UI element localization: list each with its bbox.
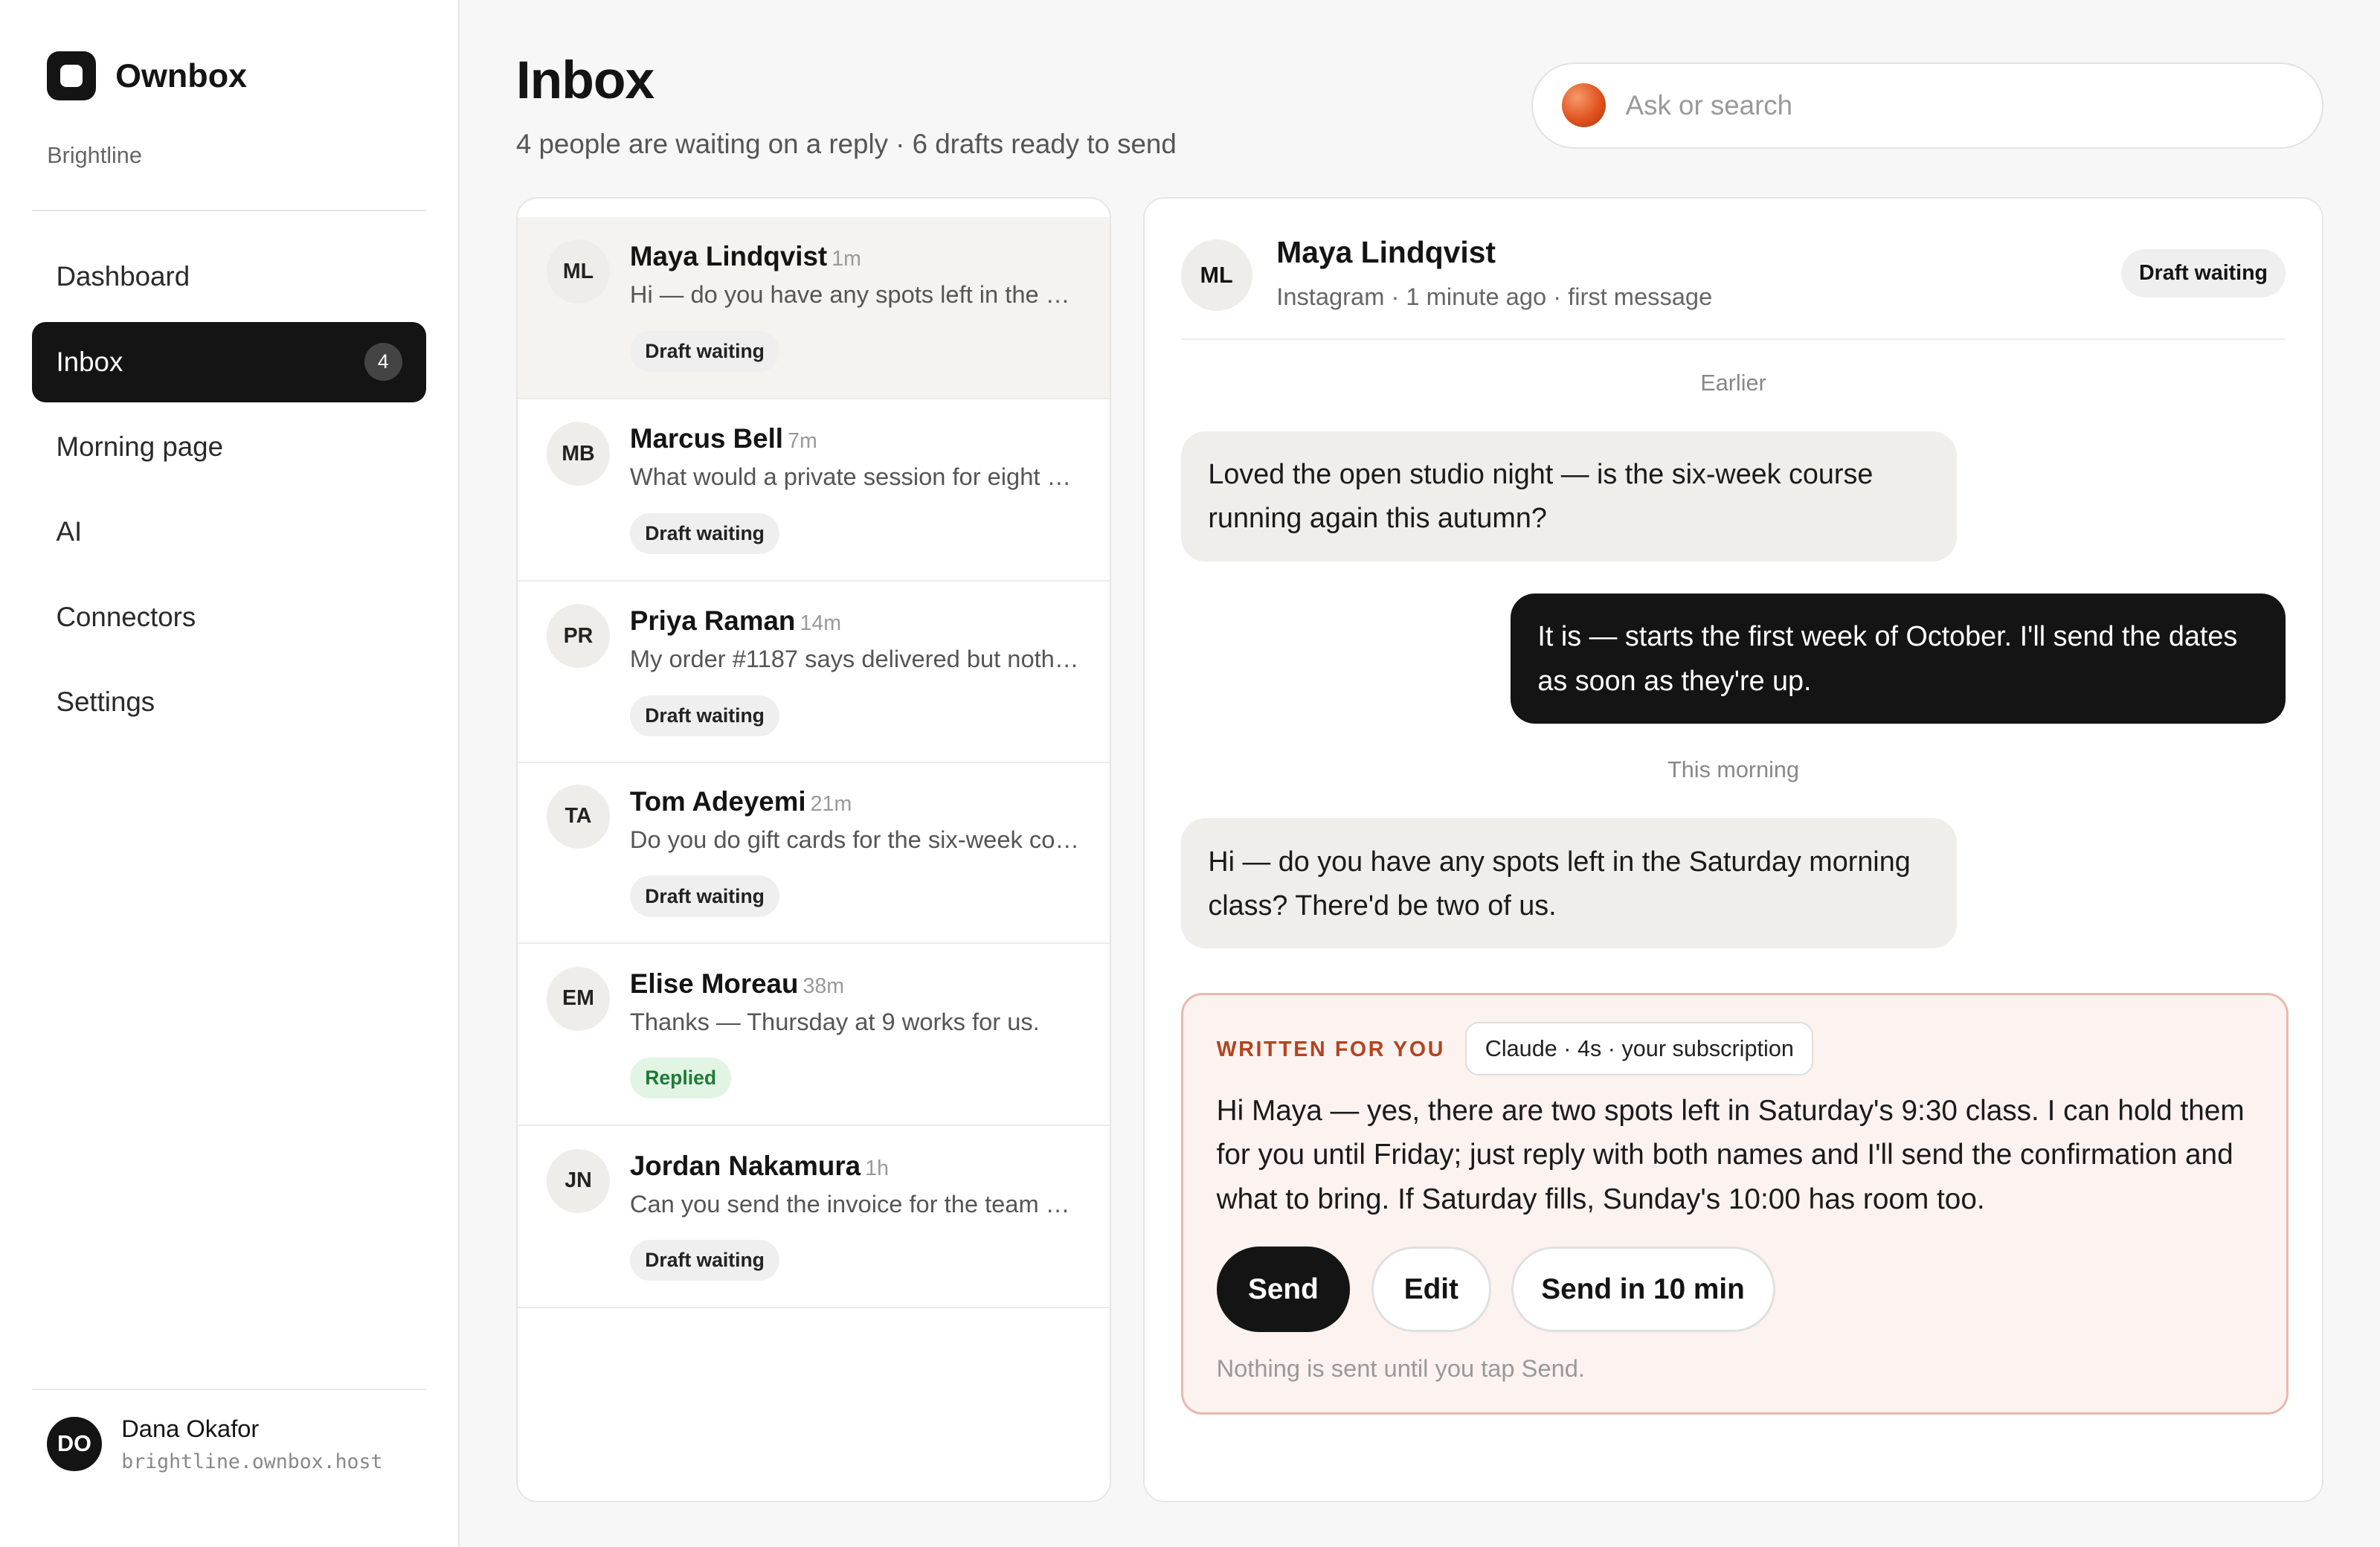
avatar: JN <box>546 1148 611 1213</box>
date-separator: Earlier <box>1700 370 1766 396</box>
nav-item-connectors[interactable]: Connectors <box>32 576 427 657</box>
conversation-item[interactable]: JN Jordan Nakamura 1h Can you send the in… <box>517 1126 1110 1309</box>
contact-name: Elise Moreau <box>629 968 799 999</box>
message-preview: My order #1187 says delivered but nothin… <box>629 645 1083 673</box>
nav-item-dashboard[interactable]: Dashboard <box>32 237 427 317</box>
nav-item-settings[interactable]: Settings <box>32 662 427 742</box>
user-host: brightline.ownbox.host <box>121 1450 383 1474</box>
brand[interactable]: Ownbox <box>47 51 247 100</box>
conversation-meta: Instagram · 1 minute ago · first message <box>1276 282 1713 310</box>
timestamp: 38m <box>803 974 845 998</box>
contact-name: Jordan Nakamura <box>629 1150 861 1181</box>
status-badge: Draft waiting <box>2120 248 2286 298</box>
timestamp: 7m <box>788 429 817 454</box>
user-profile[interactable]: DO Dana Okafor brightline.ownbox.host <box>47 1415 382 1473</box>
main-nav: Dashboard Inbox 4 Morning page AI Connec… <box>31 237 427 747</box>
sidebar-divider <box>31 1389 427 1391</box>
status-badge: Replied <box>629 1058 732 1099</box>
conversation-item[interactable]: EM Elise Moreau 38m Thanks — Thursday at … <box>517 944 1110 1127</box>
message-preview: What would a private session for eight p… <box>629 463 1082 491</box>
nav-item-ai[interactable]: AI <box>32 492 427 572</box>
header-divider <box>1180 338 2286 341</box>
send-later-button[interactable]: Send in 10 min <box>1511 1247 1775 1332</box>
draft-text: Hi Maya — yes, there are two spots left … <box>1216 1095 2245 1215</box>
nav-item-label: Settings <box>56 686 155 717</box>
nav-item-morning-page[interactable]: Morning page <box>32 407 427 487</box>
nav-item-inbox[interactable]: Inbox 4 <box>31 321 427 402</box>
avatar: PR <box>546 604 611 668</box>
contact-name: Maya Lindqvist <box>629 241 828 272</box>
avatar: DO <box>47 1416 102 1472</box>
draft-reply-card: WRITTEN FOR YOU Claude · 4s · your subsc… <box>1180 992 2289 1415</box>
nav-item-label: Connectors <box>56 601 196 632</box>
nav-item-label: Morning page <box>56 431 224 462</box>
contact-name: Priya Raman <box>629 605 796 637</box>
status-badge: Draft waiting <box>629 695 780 736</box>
search-bar[interactable] <box>1531 62 2324 149</box>
message-preview: Hi — do you have any spots left in the S… <box>629 280 1082 309</box>
conversation-item[interactable]: PR Priya Raman 14m My order #1187 says de… <box>517 582 1110 764</box>
avatar: MB <box>546 422 611 486</box>
sidebar: Ownbox Brightline Dashboard Inbox 4 Morn… <box>0 0 460 1547</box>
message-bubble-incoming: Loved the open studio night — is the six… <box>1180 431 1957 562</box>
status-badge: Draft waiting <box>629 330 780 372</box>
nav-item-label: Dashboard <box>56 261 190 292</box>
timestamp: 1m <box>832 247 861 271</box>
contact-name: Tom Adeyemi <box>629 786 806 817</box>
user-name: Dana Okafor <box>121 1415 260 1443</box>
status-badge: Draft waiting <box>629 512 780 554</box>
nav-item-label: AI <box>56 516 83 547</box>
conversation-list: ML Maya Lindqvist 1m Hi — do you have any… <box>515 197 1111 1503</box>
avatar: ML <box>546 239 611 304</box>
timestamp: 14m <box>800 611 842 636</box>
page-title: Inbox <box>515 51 654 111</box>
avatar: TA <box>546 785 611 849</box>
conversation-item[interactable]: MB Marcus Bell 7m What would a private se… <box>517 399 1110 582</box>
send-button[interactable]: Send <box>1216 1247 1351 1332</box>
timestamp: 21m <box>810 792 852 817</box>
status-badge: Draft waiting <box>629 875 780 917</box>
draft-label: WRITTEN FOR YOU <box>1216 1037 1446 1061</box>
search-input[interactable] <box>1625 89 2263 121</box>
conversation-item[interactable]: ML Maya Lindqvist 1m Hi — do you have any… <box>517 216 1110 399</box>
message-bubble-incoming: Hi — do you have any spots left in the S… <box>1180 817 1957 949</box>
message-preview: Can you send the invoice for the team wo… <box>629 1189 1082 1218</box>
date-separator: This morning <box>1667 757 1799 783</box>
workspace-name: Brightline <box>47 142 142 168</box>
status-badge: Draft waiting <box>629 1240 780 1281</box>
contact-name: Marcus Bell <box>629 423 783 454</box>
app-name: Ownbox <box>115 57 248 95</box>
edit-button[interactable]: Edit <box>1371 1247 1491 1332</box>
message-bubble-outgoing: It is — starts the first week of October… <box>1510 593 2286 724</box>
draft-note: Nothing is sent until you tap Send. <box>1216 1354 1585 1383</box>
ownbox-logo-icon <box>47 51 96 100</box>
message-preview: Thanks — Thursday at 9 works for us. <box>629 1008 1040 1036</box>
model-chip: Claude · 4s · your subscription <box>1465 1022 1814 1075</box>
avatar: ML <box>1180 239 1252 312</box>
timestamp: 1h <box>865 1156 889 1180</box>
sidebar-divider <box>31 209 427 211</box>
contact-name: Maya Lindqvist <box>1276 235 1496 270</box>
inbox-count-badge: 4 <box>364 343 402 382</box>
message-preview: Do you do gift cards for the six-week co… <box>629 826 1083 854</box>
conversation-item[interactable]: TA Tom Adeyemi 21m Do you do gift cards f… <box>517 762 1110 945</box>
page-subtitle: 4 people are waiting on a reply · 6 draf… <box>515 129 1177 160</box>
avatar: EM <box>546 966 611 1031</box>
nav-item-label: Inbox <box>56 346 123 377</box>
conversation-detail: ML Maya Lindqvist Instagram · 1 minute a… <box>1142 197 2324 1503</box>
assistant-orb-icon[interactable] <box>1561 83 1606 128</box>
